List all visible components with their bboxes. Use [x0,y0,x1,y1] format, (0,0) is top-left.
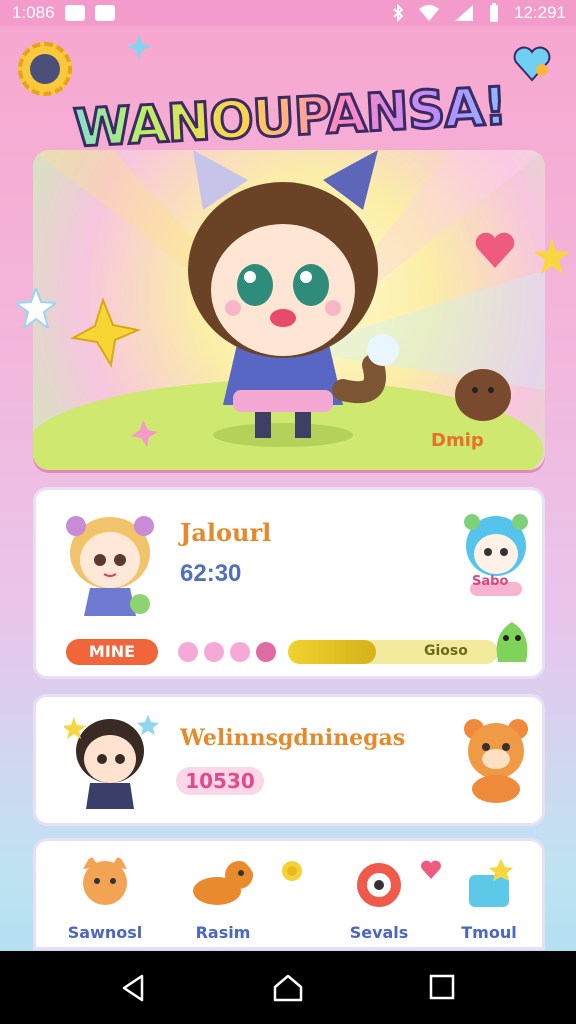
nav-label: Sevals [349,923,409,942]
nav-label: Rasim [195,923,251,942]
nav-label: Sawnosl [67,923,143,942]
status-time-left: 1:086 [12,3,55,22]
nav-item-sawnosl[interactable]: Sawnosl [50,849,160,949]
battery-icon [490,3,498,22]
game-title: WANOUPANSA! [39,75,541,161]
system-nav-bar [0,951,576,1024]
green-creature-icon [496,622,528,662]
status-time-right: 12:291 [514,3,566,22]
coin-icon [282,861,302,881]
star-icon [534,238,570,274]
sparkle-icon [126,34,152,60]
cat-icon [83,855,127,905]
achievement-title: Welinnsgdninegas [180,725,406,751]
nav-item-rasim[interactable]: Rasim [168,849,278,949]
bear-mascot-icon [464,719,528,803]
recents-icon[interactable] [428,973,456,1001]
star-icon [16,288,56,328]
achievement-score: 10530 [176,767,264,795]
progress-dots [178,642,276,662]
progress-dot [204,642,224,662]
progress-dot [178,642,198,662]
avatar-icon [30,54,60,84]
back-icon[interactable] [118,973,148,1003]
player-card[interactable]: Jalourl 62:30 Sabo MINE Gioso [33,487,545,679]
nav-label: Tmoul [461,923,517,942]
progress-dot [256,642,276,662]
gift-icon [469,859,513,907]
hero-corner-label: Dmip [431,430,484,451]
rival-badge-label: Sabo [472,574,509,589]
status-bar: 1:086 12:291 [0,0,576,26]
player-avatar [66,516,154,616]
bird-icon [357,863,401,907]
nav-item-tmoul[interactable]: Tmoul [434,849,544,949]
player-score: 62:30 [180,560,242,587]
notification-icon [64,5,85,21]
xp-label: Gioso [424,643,468,659]
settings-gear-button[interactable] [18,42,72,96]
bottom-nav: Sawnosl Rasim Sevals Tmoul [33,838,545,950]
wifi-icon [419,5,439,21]
bluetooth-icon [393,4,404,22]
home-icon[interactable] [272,973,304,1003]
achievement-card[interactable]: Welinnsgdninegas 10530 [33,694,545,826]
character-avatar [64,715,159,809]
app-notification-icon [94,5,115,21]
hero-illustration [33,150,545,470]
heart-icon [421,860,441,879]
progress-dot [230,642,250,662]
dog-icon [193,861,253,905]
signal-icon [455,5,473,21]
nav-item-sevals[interactable]: Sevals [324,849,434,949]
hero-banner: Dmip [33,150,545,470]
xp-bar-fill [288,640,377,664]
mine-button[interactable]: MINE [66,639,158,665]
player-name: Jalourl [180,518,272,547]
